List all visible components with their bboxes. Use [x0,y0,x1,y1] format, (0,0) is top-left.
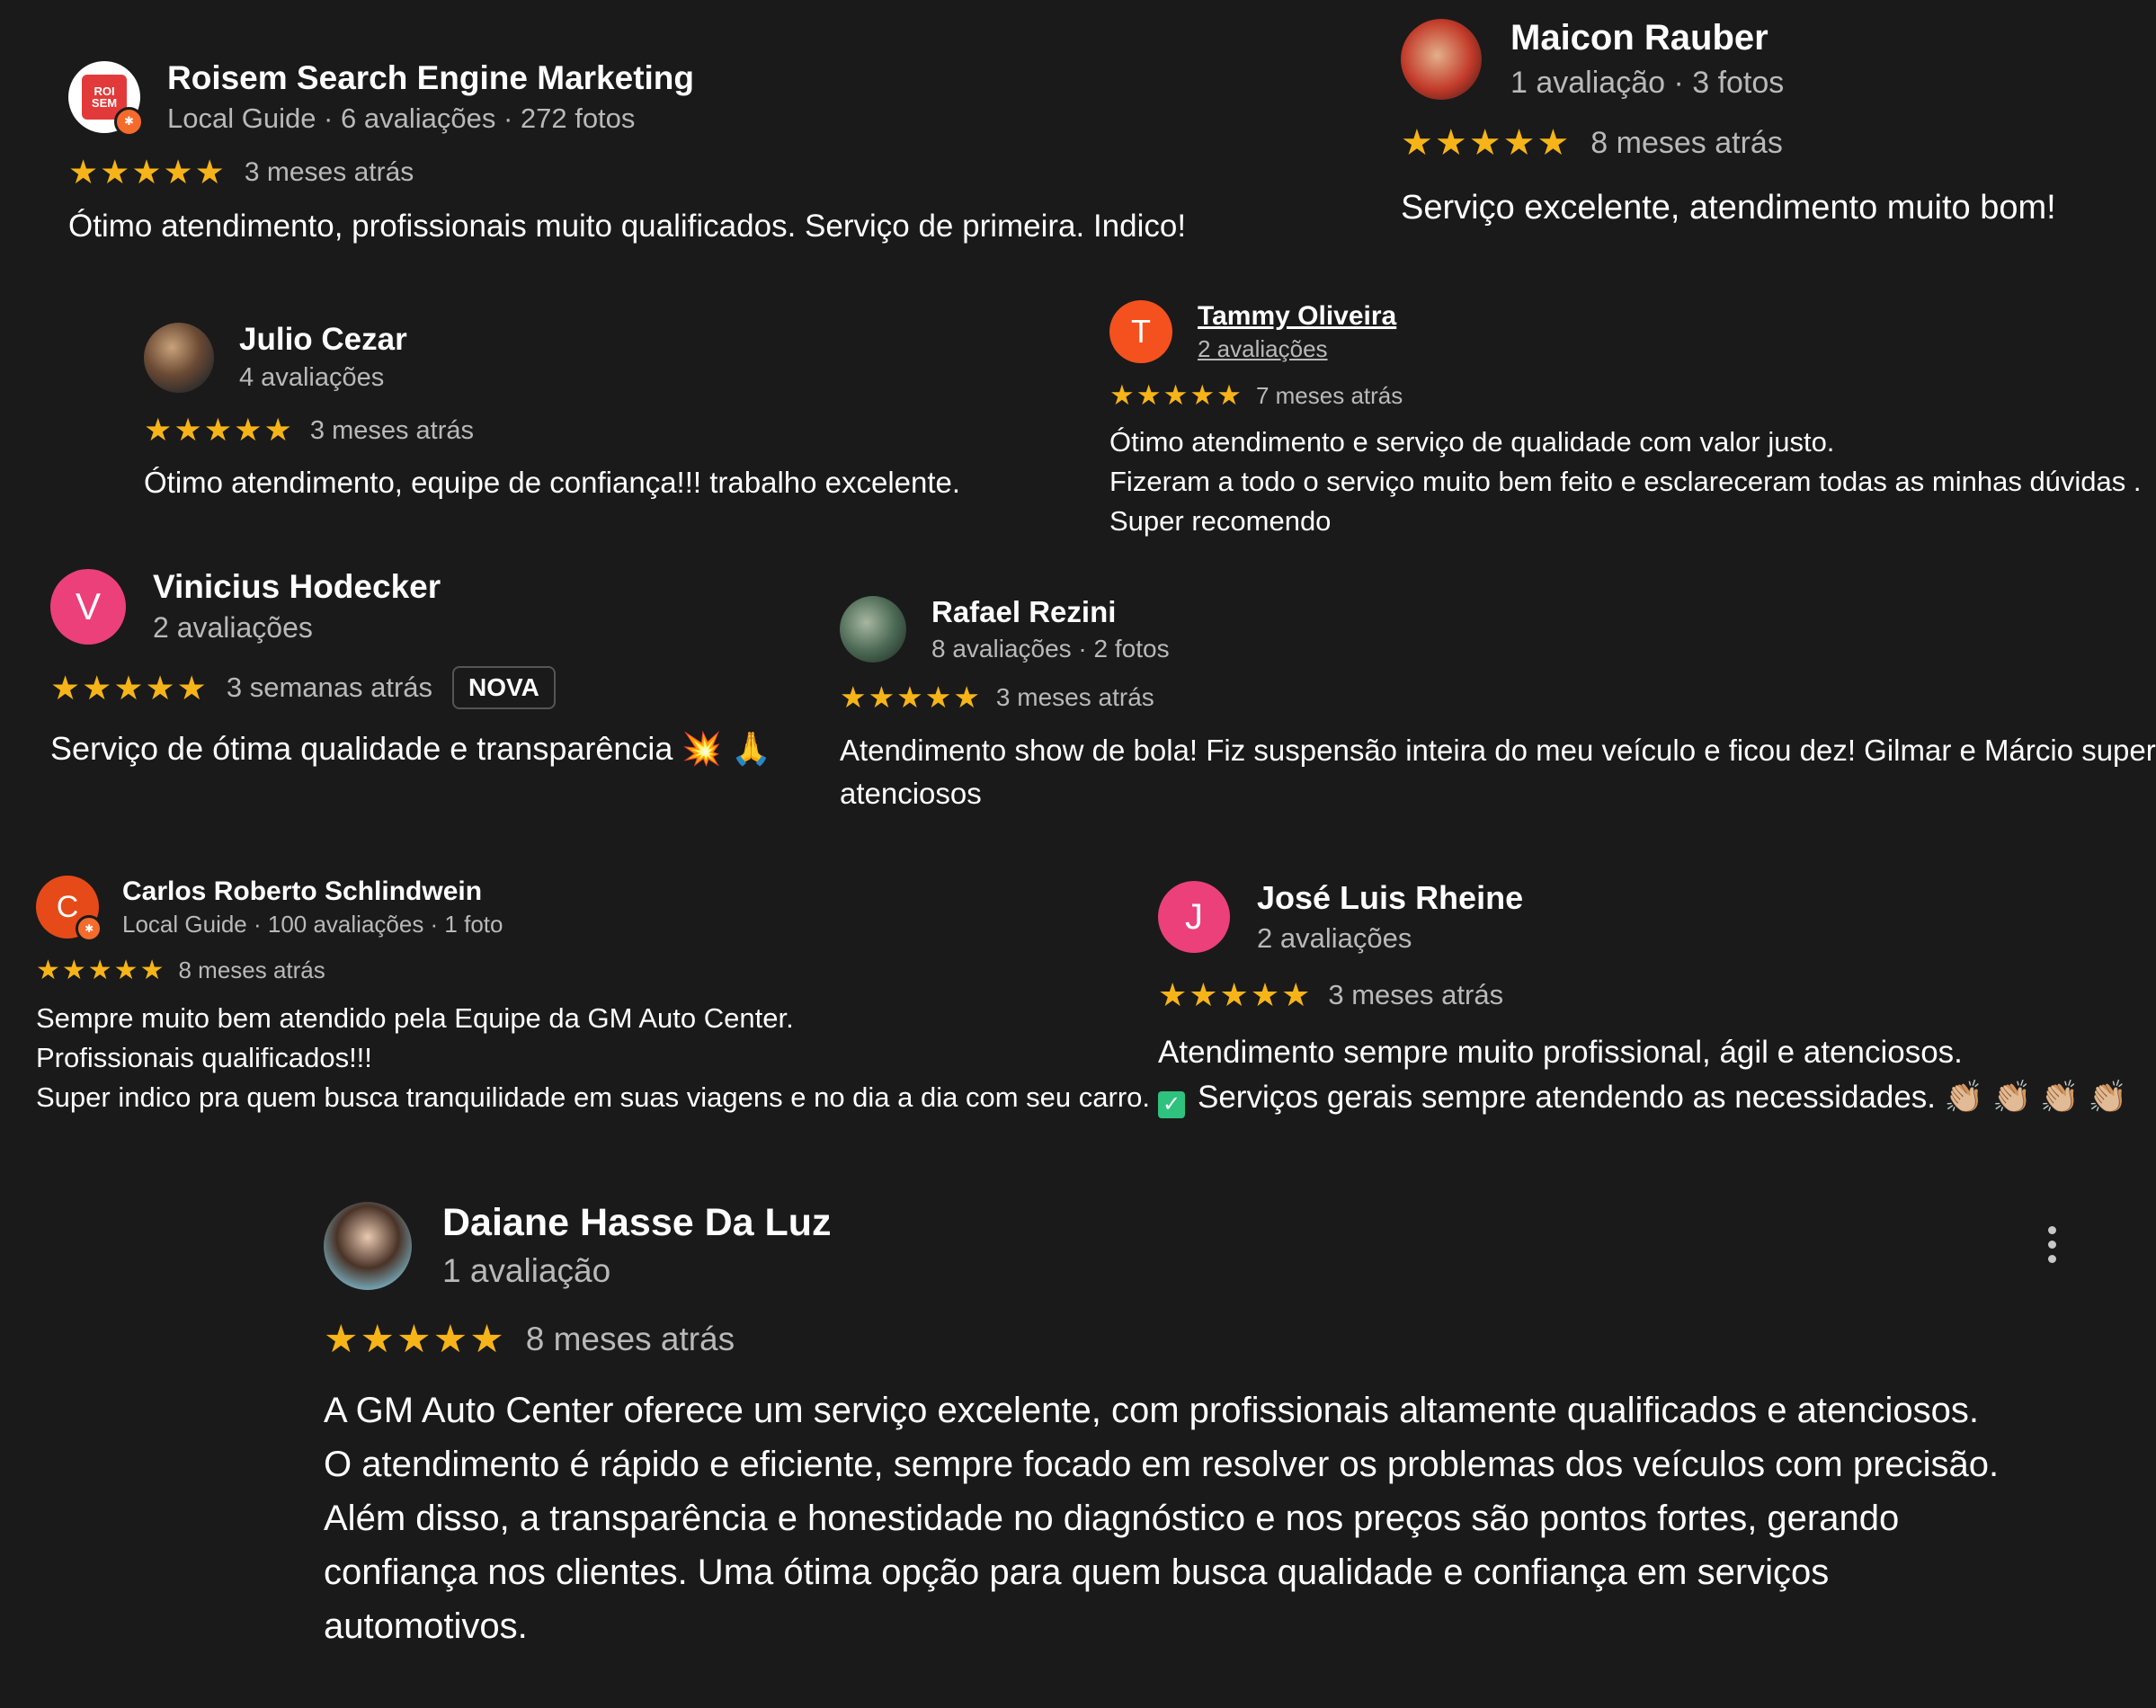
reviewer-name[interactable]: Tammy Oliveira [1198,301,1396,332]
review-time: 8 meses atrás [1590,125,1783,160]
reviewer-meta[interactable]: 1 avaliação [442,1252,832,1290]
star-rating: ★★★★★ [36,956,166,985]
review-text: Serviço de ótima qualidade e transparênc… [50,730,772,767]
reviewer-meta[interactable]: 2 avaliações [153,611,441,645]
review-time: 7 meses atrás [1255,381,1403,409]
reviewer-avatar[interactable] [324,1201,412,1290]
review-card: Julio Cezar 4 avaliações ★★★★★ 3 meses a… [144,322,960,504]
reviewer-name[interactable]: Carlos Roberto Schlindwein [122,876,503,907]
reviewer-name[interactable]: José Luis Rheine [1257,879,1523,917]
review-card: ROI SEM ✱ Roisem Search Engine Marketing… [68,59,1186,250]
reviewer-avatar[interactable]: T [1109,300,1172,363]
reviewer-name[interactable]: Daiane Hasse Da Luz [442,1201,832,1245]
new-badge: NOVA [452,666,556,709]
review-text: Ótimo atendimento e serviço de qualidade… [1109,426,2142,538]
review-time: 8 meses atrás [178,956,325,983]
review-card: Maicon Rauber 1 avaliação · 3 fotos ★★★★… [1401,18,2056,233]
local-guide-badge-icon: ✱ [113,106,144,137]
more-vert-icon[interactable] [2048,1226,2056,1263]
star-rating: ★★★★★ [144,413,294,448]
reviewer-meta[interactable]: Local Guide · 6 avaliações · 272 fotos [167,102,694,135]
star-rating: ★★★★★ [1109,379,1243,411]
review-text: Serviço excelente, atendimento muito bom… [1401,189,2056,227]
review-card: J José Luis Rheine 2 avaliações ★★★★★ 3 … [1158,879,2127,1119]
reviewer-avatar[interactable]: J [1158,881,1230,953]
check-box-icon: ✓ [1158,1090,1185,1118]
review-text: Ótimo atendimento, profissionais muito q… [68,209,1187,244]
star-rating: ★★★★★ [840,681,982,714]
reviewer-name[interactable]: Julio Cezar [239,322,407,358]
reviewer-meta[interactable]: 4 avaliações [239,363,407,393]
reviewer-avatar[interactable]: V [50,568,126,645]
star-rating: ★★★★★ [50,669,209,707]
star-rating: ★★★★★ [1401,123,1572,163]
review-time: 3 semanas atrás [226,672,433,703]
review-text: Atendimento show de bola! Fiz suspensão … [840,734,2156,810]
reviewer-avatar[interactable] [1401,19,1482,100]
local-guide-badge-icon: ✱ [76,915,102,942]
star-rating: ★★★★★ [1158,976,1313,1013]
review-time: 8 meses atrás [525,1321,735,1357]
reviewer-meta[interactable]: 2 avaliações [1257,922,1523,955]
review-text: Sempre muito bem atendido pela Equipe da… [36,1002,1151,1114]
reviewer-avatar[interactable] [144,322,214,393]
reviewer-meta[interactable]: 2 avaliações [1198,335,1396,363]
reviewer-name[interactable]: Rafael Rezini [931,595,1170,629]
reviewer-name[interactable]: Maicon Rauber [1510,18,1784,58]
reviewer-meta[interactable]: 1 avaliação · 3 fotos [1510,66,1784,101]
review-text: A GM Auto Center oferece um serviço exce… [324,1391,2000,1646]
review-card: C ✱ Carlos Roberto Schlindwein Local Gui… [36,876,1150,1117]
star-rating: ★★★★★ [68,154,227,191]
review-time: 3 meses atrás [309,415,475,445]
review-text: Ótimo atendimento, equipe de confiança!!… [144,466,961,499]
review-time: 3 meses atrás [244,156,414,187]
star-rating: ★★★★★ [324,1318,506,1361]
review-card: V Vinicius Hodecker 2 avaliações ★★★★★ 3… [50,568,771,772]
reviewer-name[interactable]: Roisem Search Engine Marketing [167,59,694,97]
review-time: 3 meses atrás [1328,979,1504,1010]
reviewer-avatar[interactable] [840,596,906,663]
review-time: 3 meses atrás [995,682,1154,711]
reviewer-avatar[interactable]: C ✱ [36,876,102,942]
review-card: Daiane Hasse Da Luz 1 avaliação ★★★★★ 8 … [324,1201,2086,1653]
reviewer-meta[interactable]: Local Guide · 100 avaliações · 1 foto [122,911,503,939]
reviewer-name[interactable]: Vinicius Hodecker [153,568,441,606]
review-text: Atendimento sempre muito profissional, á… [1158,1035,2128,1118]
review-card: T Tammy Oliveira 2 avaliações ★★★★★ 7 me… [1109,300,2142,541]
reviewer-meta[interactable]: 8 avaliações · 2 fotos [931,635,1170,663]
reviewer-avatar[interactable]: ROI SEM ✱ [68,61,144,137]
review-card: Rafael Rezini 8 avaliações · 2 fotos ★★★… [840,595,2156,815]
